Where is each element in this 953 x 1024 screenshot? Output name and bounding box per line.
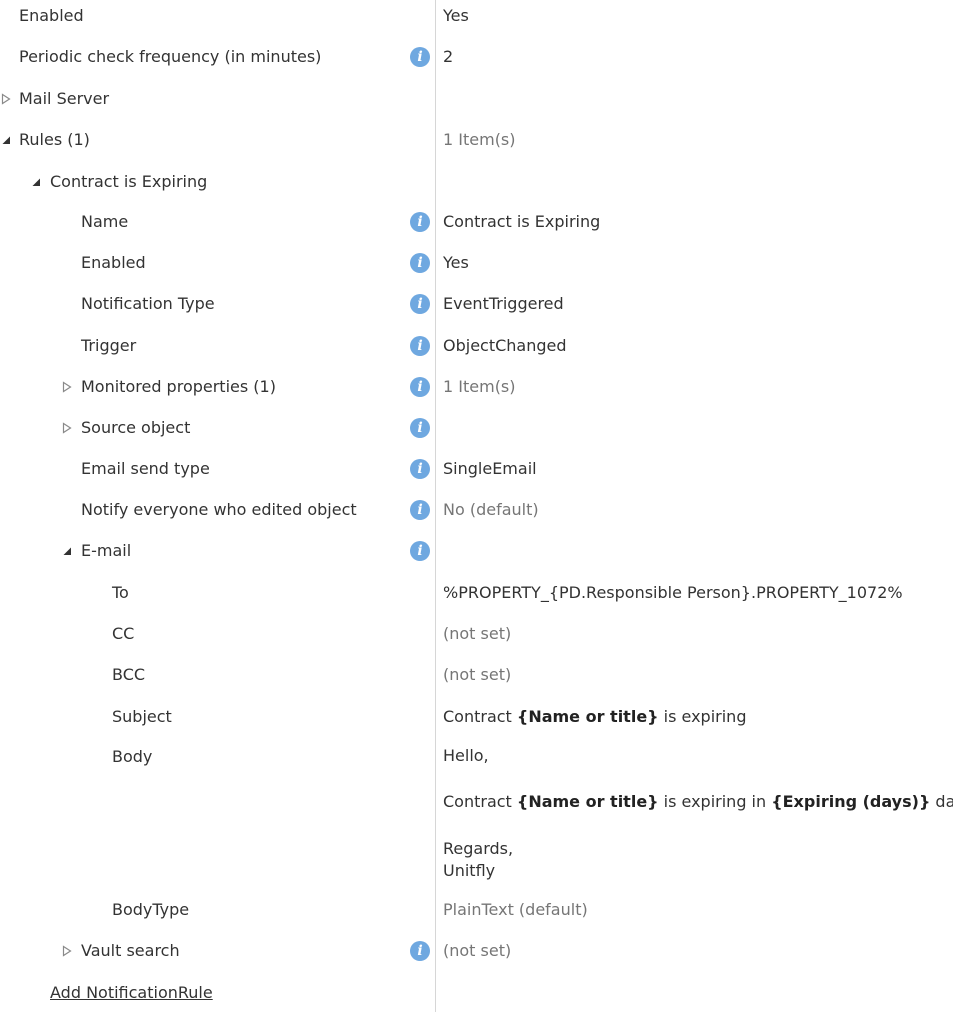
- property-row-mail-server[interactable]: Mail Server: [0, 87, 953, 111]
- property-label: Name: [81, 212, 129, 231]
- property-row-to[interactable]: To %PROPERTY_{PD.Responsible Person}.PRO…: [0, 581, 953, 605]
- triangle-right-icon[interactable]: [61, 945, 73, 957]
- property-label: Rules (1): [19, 130, 90, 149]
- triangle-right-icon[interactable]: [61, 381, 73, 393]
- info-icon[interactable]: i: [410, 459, 430, 479]
- property-row-notify-everyone[interactable]: Notify everyone who edited object i No (…: [0, 498, 953, 522]
- info-icon[interactable]: i: [410, 253, 430, 273]
- property-row-cc[interactable]: CC (not set): [0, 622, 953, 646]
- body-placeholder: {Expiring (days)}: [771, 792, 931, 811]
- property-row-enabled[interactable]: Enabled Yes: [0, 4, 953, 28]
- property-value[interactable]: SingleEmail: [443, 457, 537, 481]
- body-line: Contract {Name or title} is expiring in …: [443, 791, 953, 813]
- triangle-right-icon[interactable]: [61, 422, 73, 434]
- property-label: Notify everyone who edited object: [81, 500, 357, 519]
- property-label: Periodic check frequency (in minutes): [19, 47, 322, 66]
- body-placeholder: {Name or title}: [516, 792, 659, 811]
- property-row-trigger[interactable]: Trigger i ObjectChanged: [0, 334, 953, 358]
- property-value[interactable]: 1 Item(s): [443, 375, 516, 399]
- add-notification-rule-link[interactable]: Add NotificationRule: [50, 981, 213, 1005]
- subject-text: Contract: [443, 707, 517, 726]
- info-icon[interactable]: i: [410, 418, 430, 438]
- property-row-subject[interactable]: Subject Contract {Name or title} is expi…: [0, 705, 953, 729]
- property-row-email[interactable]: E-mail i: [0, 539, 953, 563]
- subject-placeholder: {Name or title}: [516, 707, 659, 726]
- property-label: Monitored properties (1): [81, 377, 276, 396]
- property-value[interactable]: %PROPERTY_{PD.Responsible Person}.PROPER…: [443, 581, 903, 605]
- property-label: Enabled: [19, 6, 84, 25]
- property-label: Email send type: [81, 459, 210, 478]
- info-icon[interactable]: i: [410, 336, 430, 356]
- property-label: BCC: [112, 665, 146, 684]
- triangle-down-icon[interactable]: [30, 176, 42, 188]
- property-row-name[interactable]: Name i Contract is Expiring: [0, 210, 953, 234]
- property-value[interactable]: Yes: [443, 4, 469, 28]
- body-value[interactable]: Hello, Contract {Name or title} is expir…: [443, 745, 953, 882]
- subject-value[interactable]: Contract {Name or title} is expiring: [443, 705, 746, 729]
- property-label: Subject: [112, 707, 172, 726]
- info-icon[interactable]: i: [410, 212, 430, 232]
- triangle-down-icon[interactable]: [61, 545, 73, 557]
- property-value[interactable]: Contract is Expiring: [443, 210, 600, 234]
- property-row-source-object[interactable]: Source object i: [0, 416, 953, 440]
- rule-node-contract-is-expiring[interactable]: Contract is Expiring: [0, 170, 953, 194]
- property-row-body-type[interactable]: BodyType PlainText (default): [0, 898, 953, 922]
- triangle-right-icon[interactable]: [0, 93, 12, 105]
- property-row-rule-enabled[interactable]: Enabled i Yes: [0, 251, 953, 275]
- property-label: CC: [112, 624, 135, 643]
- property-row-notification-type[interactable]: Notification Type i EventTriggered: [0, 292, 953, 316]
- property-label: Notification Type: [81, 294, 215, 313]
- property-label: BodyType: [112, 900, 190, 919]
- property-value[interactable]: ObjectChanged: [443, 334, 567, 358]
- subject-text: is expiring: [658, 707, 747, 726]
- info-icon[interactable]: i: [410, 294, 430, 314]
- info-icon[interactable]: i: [410, 541, 430, 561]
- property-row-rules[interactable]: Rules (1) 1 Item(s): [0, 128, 953, 152]
- body-text: is expiring in: [658, 792, 772, 811]
- property-label: Mail Server: [19, 89, 110, 108]
- body-line: Hello,: [443, 746, 489, 765]
- body-text: days.: [935, 792, 953, 811]
- property-label: Body: [112, 747, 153, 766]
- property-label: Vault search: [81, 941, 180, 960]
- info-icon[interactable]: i: [410, 47, 430, 67]
- body-line: Regards,: [443, 839, 514, 858]
- info-icon[interactable]: i: [410, 500, 430, 520]
- property-value[interactable]: PlainText (default): [443, 898, 588, 922]
- property-row-monitored-properties[interactable]: Monitored properties (1) i 1 Item(s): [0, 375, 953, 399]
- triangle-down-icon[interactable]: [0, 134, 12, 146]
- info-icon[interactable]: i: [410, 377, 430, 397]
- property-value[interactable]: (not set): [443, 939, 511, 963]
- property-label: Source object: [81, 418, 191, 437]
- body-text: Contract: [443, 792, 517, 811]
- property-value[interactable]: EventTriggered: [443, 292, 564, 316]
- property-value[interactable]: 2: [443, 45, 453, 69]
- property-row-email-send-type[interactable]: Email send type i SingleEmail: [0, 457, 953, 481]
- property-label: Trigger: [81, 336, 137, 355]
- body-line: Unitfly: [443, 861, 496, 880]
- property-label: E-mail: [81, 541, 132, 560]
- property-value[interactable]: Yes: [443, 251, 469, 275]
- property-row-periodic-check[interactable]: Periodic check frequency (in minutes) i …: [0, 45, 953, 69]
- property-label: To: [112, 583, 129, 602]
- property-value[interactable]: 1 Item(s): [443, 128, 516, 152]
- property-value[interactable]: (not set): [443, 622, 511, 646]
- property-value[interactable]: (not set): [443, 663, 511, 687]
- property-label: Contract is Expiring: [50, 172, 208, 191]
- property-row-vault-search[interactable]: Vault search i (not set): [0, 939, 953, 963]
- info-icon[interactable]: i: [410, 941, 430, 961]
- property-label: Enabled: [81, 253, 146, 272]
- property-value[interactable]: No (default): [443, 498, 539, 522]
- property-row-bcc[interactable]: BCC (not set): [0, 663, 953, 687]
